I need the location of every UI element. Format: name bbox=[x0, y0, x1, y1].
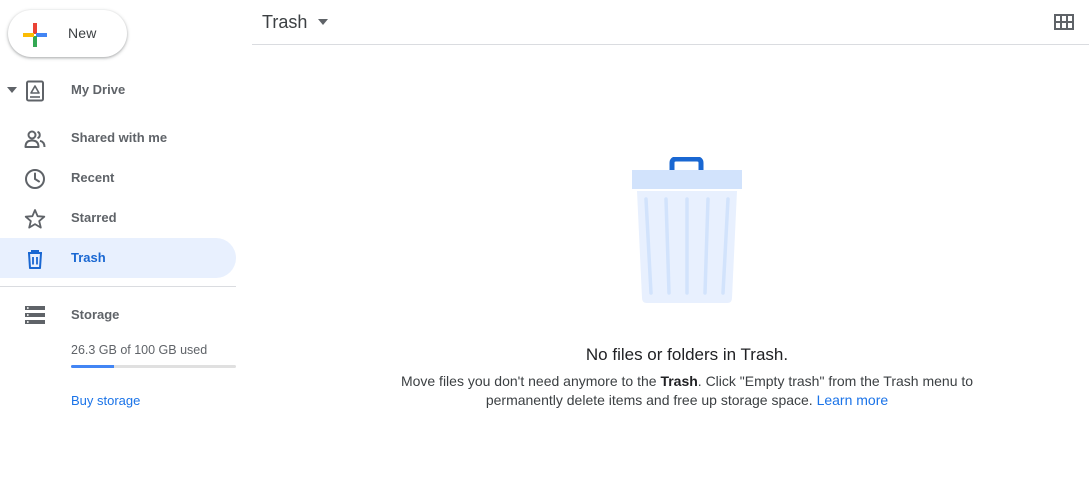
storage-used-text: 26.3 GB of 100 GB used bbox=[71, 343, 208, 357]
sidebar-item-label: Starred bbox=[71, 210, 117, 225]
storage-icon bbox=[25, 306, 45, 324]
grid-view-icon[interactable] bbox=[1053, 12, 1075, 32]
caret-down-icon bbox=[318, 19, 329, 25]
trash-menu-button[interactable]: Trash bbox=[256, 6, 334, 38]
trash-can-illustration-icon bbox=[632, 157, 742, 303]
empty-body-text: Move files you don't need anymore to the bbox=[400, 373, 661, 389]
sidebar-item-trash[interactable]: Trash bbox=[0, 238, 236, 278]
sidebar-item-label: Trash bbox=[71, 250, 106, 265]
star-icon bbox=[24, 209, 46, 229]
clock-icon bbox=[25, 169, 45, 189]
storage-label: Storage bbox=[71, 307, 120, 322]
sidebar-item-my-drive[interactable]: My Drive bbox=[0, 70, 236, 110]
storage-progress-bar bbox=[71, 365, 236, 368]
sidebar-item-recent[interactable]: Recent bbox=[0, 158, 236, 198]
sidebar-item-starred[interactable]: Starred bbox=[0, 198, 236, 238]
storage-progress-fill bbox=[71, 365, 115, 368]
shared-icon bbox=[24, 130, 46, 148]
drive-app: New My Drive Shared with me Recent Starr… bbox=[0, 0, 1089, 504]
new-button[interactable]: New bbox=[8, 10, 127, 57]
caret-down-icon[interactable] bbox=[7, 87, 17, 93]
learn-more-link[interactable]: Learn more bbox=[817, 392, 889, 408]
empty-state: No files or folders in Trash. Move files… bbox=[252, 45, 1089, 504]
sidebar-item-label: My Drive bbox=[71, 82, 126, 97]
page-title: Trash bbox=[262, 11, 308, 32]
trash-icon bbox=[28, 250, 42, 269]
sidebar: New My Drive Shared with me Recent Starr… bbox=[0, 0, 252, 504]
sidebar-item-label: Recent bbox=[71, 170, 115, 185]
sidebar-item-label: Shared with me bbox=[71, 130, 168, 145]
header: Trash bbox=[252, 0, 1089, 45]
empty-state-body: Move files you don't need anymore to the… bbox=[397, 372, 977, 410]
sidebar-divider bbox=[0, 286, 236, 287]
empty-state-title: No files or folders in Trash. bbox=[585, 345, 789, 364]
my-drive-icon bbox=[26, 80, 44, 102]
buy-storage-link[interactable]: Buy storage bbox=[71, 393, 140, 408]
main-content: Trash No files or folders in Trash. Move… bbox=[252, 0, 1089, 504]
new-button-label: New bbox=[68, 25, 97, 41]
empty-body-bold: Trash bbox=[660, 373, 698, 389]
plus-icon bbox=[23, 23, 47, 47]
sidebar-item-shared-with-me[interactable]: Shared with me bbox=[0, 118, 236, 158]
